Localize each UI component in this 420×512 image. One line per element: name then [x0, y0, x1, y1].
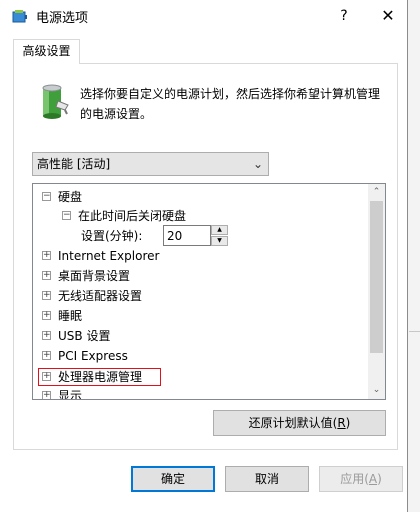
scroll-up-icon[interactable]: ⌃ — [368, 184, 385, 201]
apply-button[interactable]: 应用(A) — [319, 466, 403, 492]
spin-up-button[interactable]: ▲ — [211, 225, 228, 235]
apply-hotkey: A — [368, 472, 378, 486]
window-title: 电源选项 — [36, 11, 89, 26]
restore-suffix: ) — [345, 416, 351, 430]
help-button[interactable]: ? — [328, 3, 360, 29]
expand-icon[interactable]: + — [42, 391, 51, 399]
power-plan-value: 高性能 [活动] — [37, 157, 111, 171]
cancel-button[interactable]: 取消 — [225, 466, 309, 492]
restore-label: 还原计划默认值( — [248, 416, 338, 430]
tree-item-setting-minutes: 设置(分钟): — [81, 226, 142, 246]
title-bar[interactable]: 电源选项 ? ✕ — [0, 0, 407, 31]
expand-icon[interactable]: + — [42, 291, 51, 300]
tree-item-label: 在此时间后关闭硬盘 — [78, 209, 187, 223]
scrollbar-thumb[interactable] — [370, 201, 383, 353]
chevron-down-icon: ⌄ — [252, 157, 263, 171]
ok-button[interactable]: 确定 — [131, 466, 215, 492]
close-button[interactable]: ✕ — [372, 3, 404, 29]
background-divider — [409, 331, 420, 332]
settings-tree[interactable]: − 硬盘 − 在此时间后关闭硬盘 设置(分钟): ▲ ▼ + Internet … — [32, 183, 386, 400]
minutes-input[interactable] — [163, 225, 211, 246]
collapse-icon[interactable]: − — [62, 211, 71, 220]
tree-scrollbar[interactable]: ⌃ ⌄ — [368, 184, 385, 399]
tree-item-label: 处理器电源管理 — [58, 370, 143, 384]
spin-down-button[interactable]: ▼ — [211, 236, 228, 246]
expand-icon[interactable]: + — [42, 372, 51, 381]
expand-icon[interactable]: + — [42, 351, 51, 360]
power-options-dialog: 电源选项 ? ✕ 高级设置 选择你要自定义的电源计划，然后选择你希望计算机管理的… — [0, 0, 408, 512]
tree-item-label: Internet Explorer — [58, 249, 160, 263]
tree-item-label: 桌面背景设置 — [58, 269, 131, 283]
collapse-icon[interactable]: − — [42, 192, 51, 201]
power-plan-select[interactable]: 高性能 [活动] ⌄ — [32, 152, 269, 176]
tree-item-label: 无线适配器设置 — [58, 289, 143, 303]
tree-item-label: USB 设置 — [58, 329, 111, 343]
expand-icon[interactable]: + — [42, 311, 51, 320]
restore-hotkey: R — [337, 416, 346, 430]
expand-icon[interactable]: + — [42, 251, 51, 260]
apply-label: 应用( — [340, 472, 369, 486]
setting-label: 设置(分钟): — [81, 229, 143, 243]
minutes-spinner[interactable]: ▲ ▼ — [163, 225, 228, 246]
tab-advanced-settings[interactable]: 高级设置 — [13, 39, 80, 64]
description-text: 选择你要自定义的电源计划，然后选择你希望计算机管理的电源设置。 — [80, 87, 381, 121]
expand-icon[interactable]: + — [42, 271, 51, 280]
tree-item-label: 睡眠 — [58, 309, 83, 323]
scroll-down-icon[interactable]: ⌄ — [368, 382, 385, 399]
tree-item-label: PCI Express — [58, 349, 128, 363]
battery-icon — [42, 84, 69, 119]
power-options-icon — [12, 10, 27, 23]
tree-item-label: 硬盘 — [58, 190, 83, 204]
tree-item-label: 显示 — [58, 389, 83, 400]
expand-icon[interactable]: + — [42, 331, 51, 340]
apply-suffix: ) — [377, 472, 382, 486]
restore-defaults-button[interactable]: 还原计划默认值(R) — [213, 410, 386, 436]
